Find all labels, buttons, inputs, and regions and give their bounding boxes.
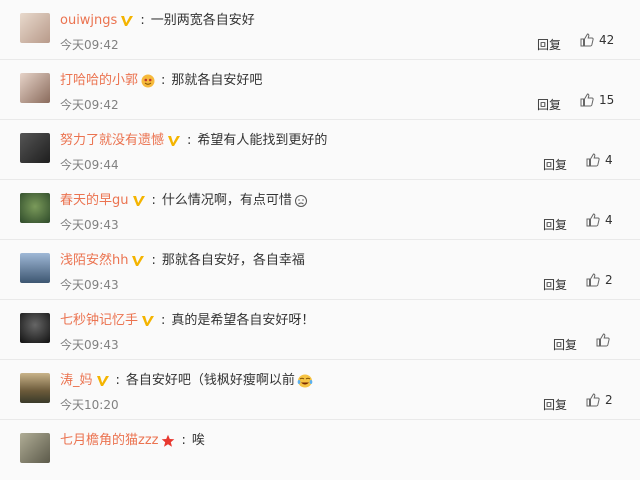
comment-text: 真的是希望各自安好呀！ [171,313,315,328]
comment-item: 涛_妈 : 各自安好吧（钱枫好瘦啊以前 今天10:20 回复 2 [0,360,640,420]
username[interactable]: 涛_妈 [60,372,93,390]
avatar[interactable] [20,193,50,223]
like-button[interactable]: 42 [580,33,614,47]
comment-item: 努力了就没有遗憾 : 希望有人能找到更好的 今天09:44 回复 4 [0,120,640,180]
v-badge-icon[interactable] [131,254,145,268]
timestamp: 今天09:43 [60,218,119,232]
timestamp: 今天09:44 [60,158,119,172]
avatar[interactable] [20,373,50,403]
avatar[interactable] [20,433,50,463]
timestamp: 今天09:42 [60,38,119,52]
reply-button[interactable]: 回复 [553,336,577,353]
like-count: 4 [605,213,613,227]
like-count: 2 [605,393,613,407]
timestamp: 今天09:43 [60,278,119,292]
thumb-up-icon [586,213,600,227]
comment-item: ouiwjngs : 一别两宽各自安好 今天09:42 回复 42 [0,0,640,60]
timestamp: 今天09:42 [60,98,119,112]
reply-button[interactable]: 回复 [543,216,567,233]
timestamp: 今天09:43 [60,338,119,352]
like-button[interactable]: 4 [586,153,613,167]
comment-text: 一别两宽各自安好 [150,13,255,28]
avatar[interactable] [20,13,50,43]
avatar[interactable] [20,253,50,283]
like-button[interactable]: 2 [586,393,613,407]
thumb-up-icon [580,93,594,107]
reply-button[interactable]: 回复 [543,276,567,293]
thumb-up-icon [596,333,610,347]
comment-item: 七月檐角的猫zzz : 唉 [0,420,640,480]
avatar[interactable] [20,313,50,343]
thumb-up-icon [586,393,600,407]
reply-button[interactable]: 回复 [543,396,567,413]
like-button[interactable]: 15 [580,93,614,107]
comment-item: 浅陌安然hh : 那就各自安好，各自幸福 今天09:43 回复 2 [0,240,640,300]
username[interactable]: 春天的早gu [60,192,129,210]
username[interactable]: 七秒钟记忆手 [60,312,138,330]
username[interactable]: 努力了就没有遗憾 [60,132,164,150]
timestamp: 今天10:20 [60,398,119,412]
v-badge-icon[interactable] [96,374,110,388]
like-button[interactable]: 4 [586,213,613,227]
laugh-cry-emoji-icon [297,374,313,388]
avatar[interactable] [20,73,50,103]
like-button[interactable]: 2 [586,273,613,287]
avatar[interactable] [20,133,50,163]
comment-list: ouiwjngs : 一别两宽各自安好 今天09:42 回复 42 打哈哈的小郭… [0,0,640,463]
v-badge-icon[interactable] [120,14,134,28]
thumb-up-icon [586,273,600,287]
like-count: 2 [605,273,613,287]
like-count: 42 [599,33,615,47]
thumb-up-icon [586,153,600,167]
comment-text: 希望有人能找到更好的 [197,133,328,148]
like-count: 15 [599,93,615,107]
sad-emoji-icon [294,194,308,208]
like-count: 4 [605,153,613,167]
reply-button[interactable]: 回复 [537,36,561,53]
reply-button[interactable]: 回复 [543,156,567,173]
comment-text: 唉 [191,433,205,448]
thumb-up-icon [580,33,594,47]
comment-text: 各自安好吧（钱枫好瘦啊以前 [125,373,295,388]
smile-emoji-icon[interactable] [141,74,155,88]
like-button[interactable] [596,333,615,347]
comment-text: 那就各自安好，各自幸福 [161,253,305,268]
comment-text: 那就各自安好吧 [171,73,263,88]
comment-item: 打哈哈的小郭 : 那就各自安好吧 今天09:42 回复 15 [0,60,640,120]
v-badge-icon[interactable] [167,134,181,148]
username[interactable]: 七月檐角的猫zzz [60,432,158,450]
v-badge-icon[interactable] [141,314,155,328]
v-badge-icon[interactable] [132,194,146,208]
comment-item: 春天的早gu : 什么情况啊，有点可惜 今天09:43 回复 4 [0,180,640,240]
comment-text: 什么情况啊，有点可惜 [161,193,292,208]
username[interactable]: 浅陌安然hh [60,252,128,270]
comment-item: 七秒钟记忆手 : 真的是希望各自安好呀！ 今天09:43 回复 [0,300,640,360]
username[interactable]: ouiwjngs [60,12,117,30]
reply-button[interactable]: 回复 [537,96,561,113]
username[interactable]: 打哈哈的小郭 [60,72,138,90]
star-badge-icon[interactable] [161,434,175,448]
